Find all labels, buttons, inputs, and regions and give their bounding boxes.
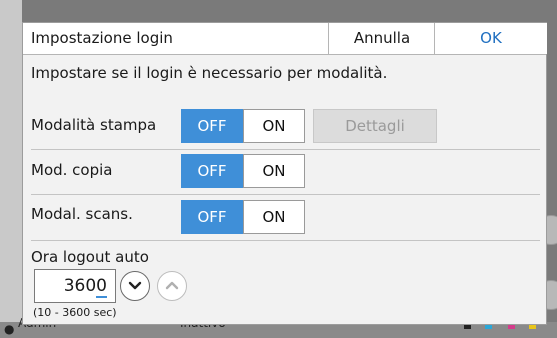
dialog-titlebar: Impostazione login Annulla OK bbox=[23, 23, 547, 55]
auto-logout-range: (10 - 3600 sec) bbox=[33, 306, 117, 319]
auto-logout-input[interactable]: 3600 bbox=[34, 269, 116, 303]
auto-logout-value: 360 bbox=[63, 276, 97, 296]
user-icon: ● bbox=[4, 322, 15, 336]
copy-mode-label: Mod. copia bbox=[31, 161, 113, 179]
row-divider bbox=[31, 194, 540, 195]
print-mode-off-button[interactable]: OFF bbox=[181, 109, 243, 143]
scan-mode-off-button[interactable]: OFF bbox=[181, 200, 243, 234]
chevron-down-icon bbox=[128, 281, 142, 290]
scan-mode-on-button[interactable]: ON bbox=[243, 200, 305, 234]
print-mode-on-button[interactable]: ON bbox=[243, 109, 305, 143]
background-panel-left bbox=[0, 0, 22, 322]
print-mode-details-button[interactable]: Dettagli bbox=[313, 109, 437, 143]
text-cursor-digit: 0 bbox=[96, 276, 107, 298]
scan-mode-label: Modal. scans. bbox=[31, 205, 133, 223]
dialog-description: Impostare se il login è necessario per m… bbox=[31, 64, 388, 82]
decrease-button[interactable] bbox=[120, 271, 150, 301]
row-divider bbox=[31, 240, 540, 241]
ok-button[interactable]: OK bbox=[434, 23, 547, 54]
login-settings-dialog: Impostazione login Annulla OK Impostare … bbox=[22, 22, 547, 325]
cancel-button[interactable]: Annulla bbox=[328, 23, 435, 54]
copy-mode-off-button[interactable]: OFF bbox=[181, 154, 243, 188]
auto-logout-label: Ora logout auto bbox=[31, 248, 149, 266]
chevron-up-icon bbox=[165, 281, 179, 290]
copy-mode-on-button[interactable]: ON bbox=[243, 154, 305, 188]
dialog-title: Impostazione login bbox=[31, 29, 173, 47]
increase-button[interactable] bbox=[157, 271, 187, 301]
print-mode-label: Modalità stampa bbox=[31, 116, 157, 134]
row-divider bbox=[31, 149, 540, 150]
